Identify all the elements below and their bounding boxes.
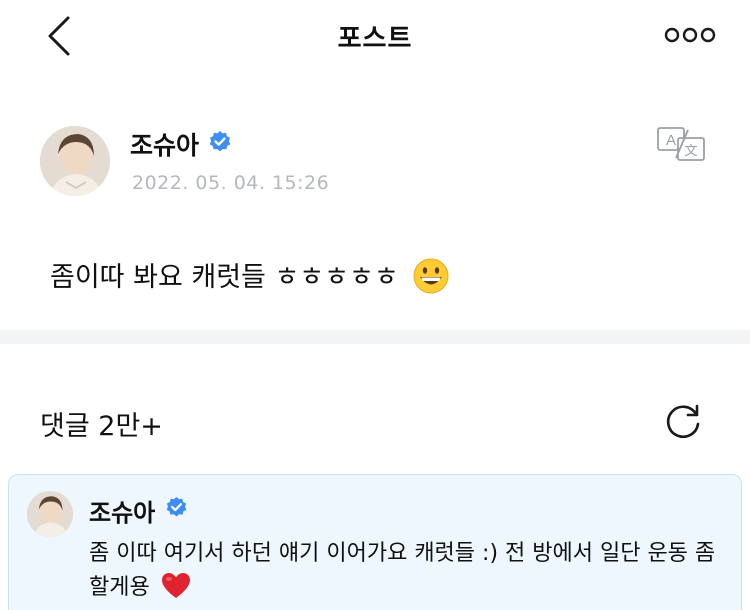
avatar-photo — [40, 126, 110, 196]
avatar-photo — [27, 491, 73, 537]
verified-badge-icon — [166, 496, 187, 517]
refresh-icon — [666, 404, 700, 439]
post-timestamp: 2022. 05. 04. 15:26 — [132, 172, 330, 194]
svg-text:A: A — [666, 132, 676, 149]
post-card: 조슈아 2022. 05. 04. 15:26 A 文 좀이따 봐요 캐럿들 ㅎ… — [0, 72, 750, 330]
verified-badge-icon — [209, 131, 231, 152]
pinned-comment[interactable]: 조슈아 좀 이따 여기서 하던 얘기 이어가요 캐럿들 :) 전 방에서 일단 … — [8, 474, 742, 610]
page-title: 포스트 — [337, 24, 413, 54]
translate-button[interactable]: A 文 — [656, 126, 708, 162]
svg-text:文: 文 — [684, 144, 697, 159]
post-text: 좀이따 봐요 캐럿들 ㅎㅎㅎㅎㅎ — [50, 262, 399, 293]
translate-icon: A 文 — [657, 127, 705, 161]
more-options-button[interactable] — [664, 24, 716, 46]
author-name[interactable]: 조슈아 — [130, 126, 199, 162]
red-heart-emoji — [161, 573, 190, 598]
refresh-button[interactable] — [662, 400, 704, 442]
section-divider — [0, 330, 750, 344]
comments-header: 댓글 2만+ — [0, 344, 750, 474]
comment-author-name[interactable]: 조슈아 — [89, 493, 155, 528]
comment-content: 좀 이따 여기서 하던 얘기 이어가요 캐럿들 :) 전 방에서 일단 운동 좀… — [89, 537, 729, 605]
grinning-face-emoji — [413, 258, 449, 294]
post-content: 좀이따 봐요 캐럿들 ㅎㅎㅎㅎㅎ — [50, 258, 449, 298]
more-horizontal-icon — [664, 27, 716, 43]
top-bar: 포스트 — [0, 0, 750, 72]
comments-count: 댓글 2만+ — [40, 411, 163, 442]
author-avatar[interactable] — [40, 126, 110, 196]
comment-author-avatar[interactable] — [27, 491, 73, 537]
